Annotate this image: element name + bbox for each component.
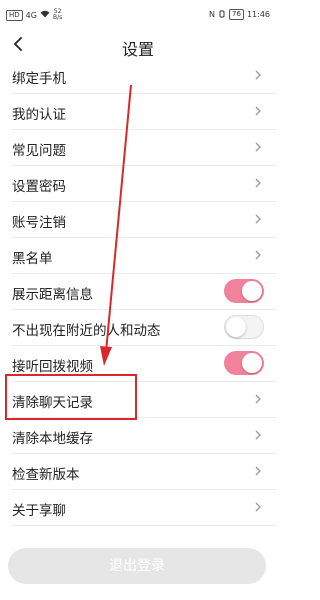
setting-label: 常见问题 (12, 143, 66, 159)
network-speed: 52 B/s (52, 8, 63, 21)
chevron-right-icon (255, 502, 261, 512)
setting-clear-local-cache[interactable]: 清除本地缓存 (12, 418, 276, 454)
chevron-right-icon (255, 394, 261, 404)
chevron-right-icon (255, 466, 261, 476)
logout-button[interactable]: 退出登录 (8, 548, 266, 584)
setting-check-update[interactable]: 检查新版本 (12, 454, 276, 490)
setting-label: 我的认证 (12, 107, 66, 123)
setting-hide-nearby: 不出现在附近的人和动态 (12, 310, 276, 346)
hd-badge: HD (6, 9, 23, 21)
setting-label: 关于享聊 (12, 503, 66, 519)
page-title: 设置 (121, 40, 154, 59)
toggle-knob (242, 281, 262, 301)
setting-label: 接听回拨视频 (12, 359, 93, 375)
chevron-right-icon (255, 250, 261, 260)
setting-about[interactable]: 关于享聊 (12, 490, 276, 526)
setting-label: 绑定手机 (12, 71, 66, 87)
highlight-box (5, 374, 137, 420)
status-right: N 76 11:46 (209, 9, 270, 20)
wifi-icon (40, 10, 50, 20)
setting-faq[interactable]: 常见问题 (12, 130, 276, 166)
setting-my-verification[interactable]: 我的认证 (12, 94, 276, 130)
chevron-right-icon (255, 430, 261, 440)
vibrate-icon (218, 10, 226, 20)
chevron-right-icon (255, 214, 261, 224)
setting-bind-phone[interactable]: 绑定手机 (12, 58, 276, 94)
signal-indicator: 4G (25, 10, 37, 20)
status-time: 11:46 (246, 10, 270, 19)
hide-nearby-toggle[interactable] (224, 315, 264, 339)
setting-set-password[interactable]: 设置密码 (12, 166, 276, 202)
settings-list: 绑定手机 我的认证 常见问题 设置密码 账号注销 黑名单 展示距离信息 不出现在… (0, 58, 276, 526)
chevron-right-icon (255, 106, 261, 116)
toggle-knob (242, 353, 262, 373)
toggle-knob (226, 317, 246, 337)
setting-label: 不出现在附近的人和动态 (12, 323, 161, 339)
setting-label: 黑名单 (12, 251, 53, 267)
chevron-right-icon (255, 70, 261, 80)
setting-label: 账号注销 (12, 215, 66, 231)
setting-label: 清除本地缓存 (12, 431, 93, 447)
show-distance-toggle[interactable] (224, 279, 264, 303)
status-bar: HD 4G 52 B/s N 76 11:46 (0, 0, 276, 28)
nfc-icon: N (209, 10, 216, 19)
setting-delete-account[interactable]: 账号注销 (12, 202, 276, 238)
chevron-right-icon (255, 178, 261, 188)
setting-blacklist[interactable]: 黑名单 (12, 238, 276, 274)
setting-label: 检查新版本 (12, 467, 80, 483)
chevron-right-icon (255, 142, 261, 152)
answer-video-toggle[interactable] (224, 351, 264, 375)
setting-show-distance: 展示距离信息 (12, 274, 276, 310)
battery-icon: 76 (229, 9, 244, 20)
setting-label: 设置密码 (12, 179, 66, 195)
setting-label: 展示距离信息 (12, 287, 93, 303)
status-left: HD 4G 52 B/s (6, 9, 62, 21)
